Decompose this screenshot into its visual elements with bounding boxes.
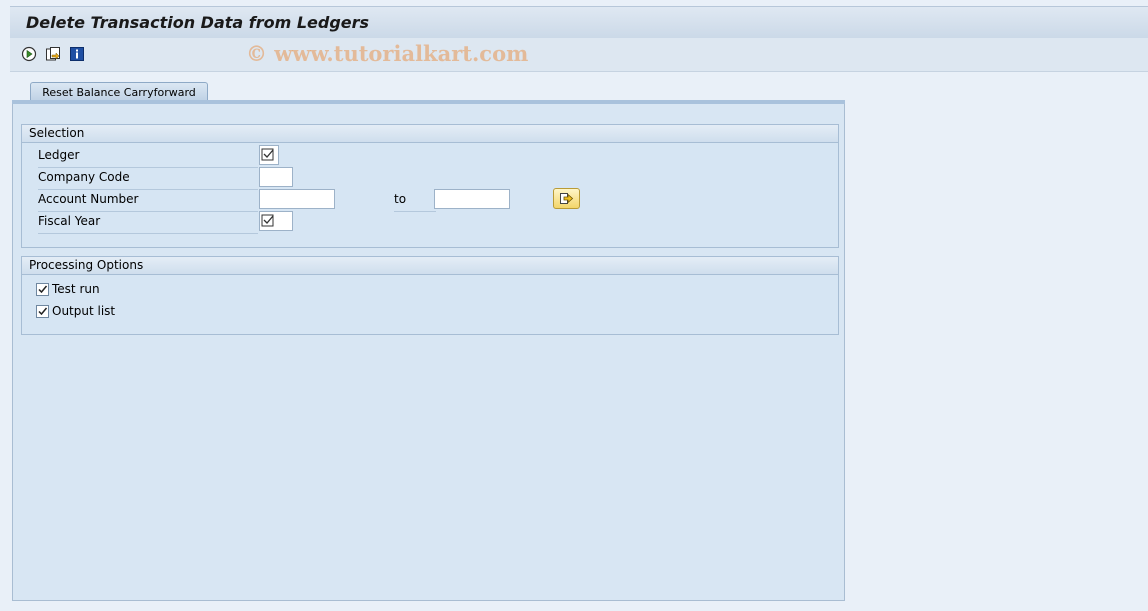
- test-run-option: Test run: [36, 281, 100, 297]
- test-run-checkbox[interactable]: [36, 282, 49, 296]
- company-code-input[interactable]: [259, 167, 293, 187]
- application-toolbar: © www.tutorialkart.com: [10, 38, 1148, 72]
- company-code-label: Company Code: [38, 170, 258, 190]
- page-title: Delete Transaction Data from Ledgers: [26, 13, 370, 32]
- output-list-label: Output list: [52, 304, 116, 318]
- ledger-field[interactable]: [259, 145, 279, 165]
- checkmark-icon: [38, 285, 48, 293]
- fiscal-year-row: Fiscal Year: [22, 211, 838, 234]
- company-code-row: Company Code: [22, 167, 838, 190]
- fiscal-year-label: Fiscal Year: [38, 214, 258, 234]
- info-button[interactable]: [68, 45, 86, 63]
- required-entry-icon: [261, 148, 274, 161]
- selection-group: Selection Ledger Company Code Account Nu…: [21, 124, 839, 248]
- account-number-to-label: to: [394, 192, 436, 212]
- tab-content-panel: Selection Ledger Company Code Account Nu…: [12, 104, 845, 601]
- get-variant-icon: [46, 47, 60, 61]
- selection-group-title: Selection: [22, 125, 838, 143]
- output-list-checkbox[interactable]: [36, 304, 49, 318]
- test-run-label: Test run: [52, 282, 100, 296]
- get-variant-button[interactable]: [44, 45, 62, 63]
- required-entry-icon: [261, 214, 274, 227]
- account-number-to-input[interactable]: [434, 189, 510, 209]
- account-number-row: Account Number to: [22, 188, 838, 212]
- tab-reset-balance-carryforward[interactable]: Reset Balance Carryforward: [30, 82, 208, 102]
- ledger-row: Ledger: [22, 145, 838, 168]
- execute-button[interactable]: [20, 45, 38, 63]
- title-bar: Delete Transaction Data from Ledgers: [10, 6, 1148, 38]
- execute-icon: [21, 46, 37, 62]
- output-list-option: Output list: [36, 303, 115, 319]
- multiple-selection-button[interactable]: [553, 188, 580, 209]
- fiscal-year-field[interactable]: [259, 211, 293, 231]
- info-icon: [70, 47, 84, 61]
- ledger-label: Ledger: [38, 148, 258, 168]
- processing-options-group: Processing Options Test run Output list: [21, 256, 839, 335]
- checkmark-icon: [38, 307, 48, 315]
- processing-options-title: Processing Options: [22, 257, 838, 275]
- account-number-label: Account Number: [38, 192, 258, 212]
- arrow-right-icon: [560, 193, 574, 204]
- watermark-text: © www.tutorialkart.com: [246, 41, 529, 66]
- account-number-from-input[interactable]: [259, 189, 335, 209]
